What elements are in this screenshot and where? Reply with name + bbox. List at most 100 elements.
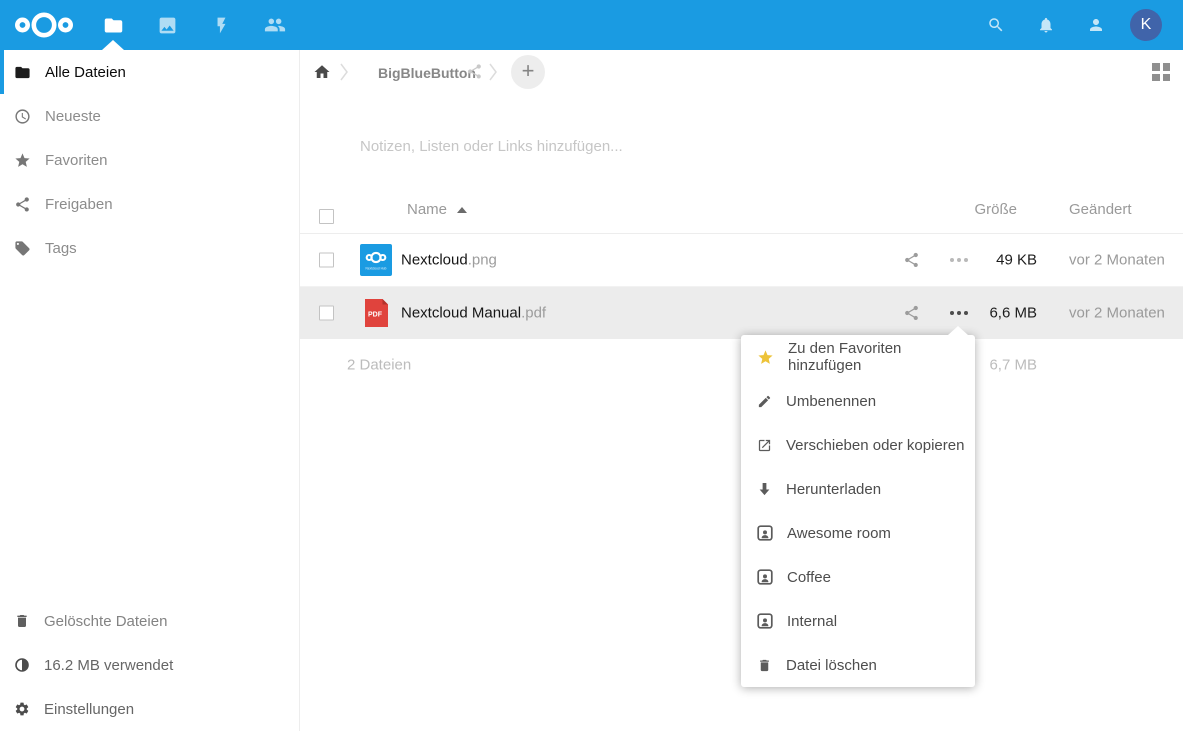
top-bar: K bbox=[0, 0, 1183, 50]
dot bbox=[950, 311, 954, 315]
app-contacts-button[interactable] bbox=[253, 0, 297, 50]
file-modified: vor 2 Monaten bbox=[1069, 252, 1165, 269]
search-button[interactable] bbox=[974, 0, 1018, 50]
plus-icon: + bbox=[522, 60, 535, 82]
dot bbox=[957, 311, 961, 315]
breadcrumb-home-button[interactable] bbox=[313, 63, 331, 81]
file-basename: Nextcloud bbox=[401, 252, 468, 269]
column-header-name[interactable]: Name bbox=[407, 201, 467, 218]
tag-icon bbox=[14, 240, 31, 257]
active-app-pointer bbox=[102, 40, 124, 50]
sidebar-item-label: Freigaben bbox=[45, 196, 113, 213]
dot bbox=[957, 258, 961, 262]
contacts-menu-button[interactable] bbox=[1074, 0, 1118, 50]
new-file-button[interactable]: + bbox=[511, 55, 545, 89]
chevron-right-icon bbox=[340, 63, 348, 81]
grid-square bbox=[1152, 63, 1160, 71]
sidebar-item-shares[interactable]: Freigaben bbox=[0, 182, 299, 226]
file-name[interactable]: Nextcloud Manual.pdf bbox=[401, 304, 546, 321]
row-actions-button-open[interactable] bbox=[950, 311, 968, 315]
row-checkbox[interactable] bbox=[319, 305, 334, 320]
row-share-button[interactable] bbox=[903, 252, 920, 269]
row-share-button[interactable] bbox=[903, 304, 920, 321]
file-name[interactable]: Nextcloud.png bbox=[401, 252, 497, 269]
sidebar-item-settings[interactable]: Einstellungen bbox=[0, 687, 299, 731]
app-photos-button[interactable] bbox=[145, 0, 189, 50]
menu-item-add-to-favorites[interactable]: Zu den Favoriten hinzufügen bbox=[741, 335, 975, 379]
menu-item-room-awesome-room[interactable]: Awesome room bbox=[741, 511, 975, 555]
summary-file-count: 2 Dateien bbox=[347, 357, 411, 374]
file-modified: vor 2 Monaten bbox=[1069, 304, 1165, 321]
dot bbox=[964, 311, 968, 315]
share-icon bbox=[14, 196, 31, 213]
menu-item-label: Verschieben oder kopieren bbox=[786, 437, 964, 454]
menu-item-download[interactable]: Herunterladen bbox=[741, 467, 975, 511]
download-icon bbox=[757, 482, 772, 497]
app-activity-button[interactable] bbox=[199, 0, 243, 50]
menu-item-label: Zu den Favoriten hinzufügen bbox=[788, 340, 975, 374]
app-files-button[interactable] bbox=[91, 0, 135, 50]
menu-item-delete-file[interactable]: Datei löschen bbox=[741, 643, 975, 687]
users-icon bbox=[264, 14, 286, 36]
menu-item-label: Herunterladen bbox=[786, 481, 881, 498]
notifications-button[interactable] bbox=[1024, 0, 1068, 50]
active-indicator bbox=[0, 50, 4, 94]
file-size: 6,6 MB bbox=[989, 304, 1037, 321]
sidebar-footer: Gelöschte Dateien 16.2 MB verwendet Eins… bbox=[0, 599, 299, 731]
sidebar-item-recent[interactable]: Neueste bbox=[0, 94, 299, 138]
pencil-icon bbox=[757, 394, 772, 409]
menu-item-room-internal[interactable]: Internal bbox=[741, 599, 975, 643]
file-basename: Nextcloud Manual bbox=[401, 304, 521, 321]
menu-item-label: Datei löschen bbox=[786, 657, 877, 674]
nextcloud-logo[interactable] bbox=[14, 8, 74, 42]
table-row: Nextcloud Hub Nextcloud.png 49 KB vor 2 … bbox=[300, 234, 1183, 287]
contacts-icon bbox=[1087, 16, 1105, 34]
menu-item-label: Awesome room bbox=[787, 525, 891, 542]
bell-icon bbox=[1037, 16, 1055, 34]
avatar-letter: K bbox=[1141, 16, 1152, 34]
notes-placeholder: Notizen, Listen oder Links hinzufügen... bbox=[360, 138, 623, 155]
sidebar-item-all-files[interactable]: Alle Dateien bbox=[0, 50, 299, 94]
sidebar-item-quota[interactable]: 16.2 MB verwendet bbox=[0, 643, 299, 687]
share-icon bbox=[903, 304, 920, 321]
file-extension: .png bbox=[468, 252, 497, 269]
breadcrumb-folder[interactable]: BigBlueButton bbox=[378, 65, 476, 81]
room-icon bbox=[757, 569, 773, 585]
grid-square bbox=[1152, 74, 1160, 82]
row-actions-button[interactable] bbox=[950, 258, 968, 262]
menu-item-move-or-copy[interactable]: Verschieben oder kopieren bbox=[741, 423, 975, 467]
notes-input[interactable]: Notizen, Listen oder Links hinzufügen... bbox=[360, 126, 1153, 166]
nextcloud-image-thumbnail[interactable]: Nextcloud Hub bbox=[360, 244, 392, 276]
sidebar-item-tags[interactable]: Tags bbox=[0, 226, 299, 270]
column-header-modified[interactable]: Geändert bbox=[1069, 201, 1132, 218]
menu-item-rename[interactable]: Umbenennen bbox=[741, 379, 975, 423]
user-avatar[interactable]: K bbox=[1130, 9, 1162, 41]
trash-icon bbox=[757, 658, 772, 673]
sidebar-item-label: Gelöschte Dateien bbox=[44, 613, 167, 630]
share-icon bbox=[903, 252, 920, 269]
column-header-name-label: Name bbox=[407, 201, 447, 218]
grid-view-toggle[interactable] bbox=[1152, 63, 1170, 81]
sidebar-item-favorites[interactable]: Favoriten bbox=[0, 138, 299, 182]
lightning-icon bbox=[212, 16, 231, 35]
folder-icon bbox=[103, 15, 124, 36]
menu-item-room-coffee[interactable]: Coffee bbox=[741, 555, 975, 599]
sidebar-item-label: Alle Dateien bbox=[45, 64, 126, 81]
select-all-checkbox[interactable] bbox=[319, 209, 334, 224]
sidebar-item-label: Tags bbox=[45, 240, 77, 257]
column-header-size[interactable]: Größe bbox=[974, 201, 1017, 218]
pdf-file-icon[interactable]: PDF bbox=[360, 297, 392, 329]
sidebar-item-label: Favoriten bbox=[45, 152, 108, 169]
breadcrumb-share-button[interactable] bbox=[466, 63, 483, 80]
breadcrumb-bar: BigBlueButton + bbox=[300, 50, 1183, 94]
nextcloud-logo-icon bbox=[14, 8, 74, 42]
gear-icon bbox=[14, 701, 30, 717]
move-icon bbox=[757, 438, 772, 453]
sidebar-item-label: 16.2 MB verwendet bbox=[44, 657, 173, 674]
summary-total-size: 6,7 MB bbox=[989, 357, 1037, 374]
chevron-right-icon bbox=[489, 63, 497, 81]
thumbnail-label: Nextcloud Hub bbox=[366, 267, 387, 271]
row-checkbox[interactable] bbox=[319, 253, 334, 268]
file-list-header: Name Größe Geändert bbox=[300, 185, 1183, 234]
sidebar-item-deleted-files[interactable]: Gelöschte Dateien bbox=[0, 599, 299, 643]
